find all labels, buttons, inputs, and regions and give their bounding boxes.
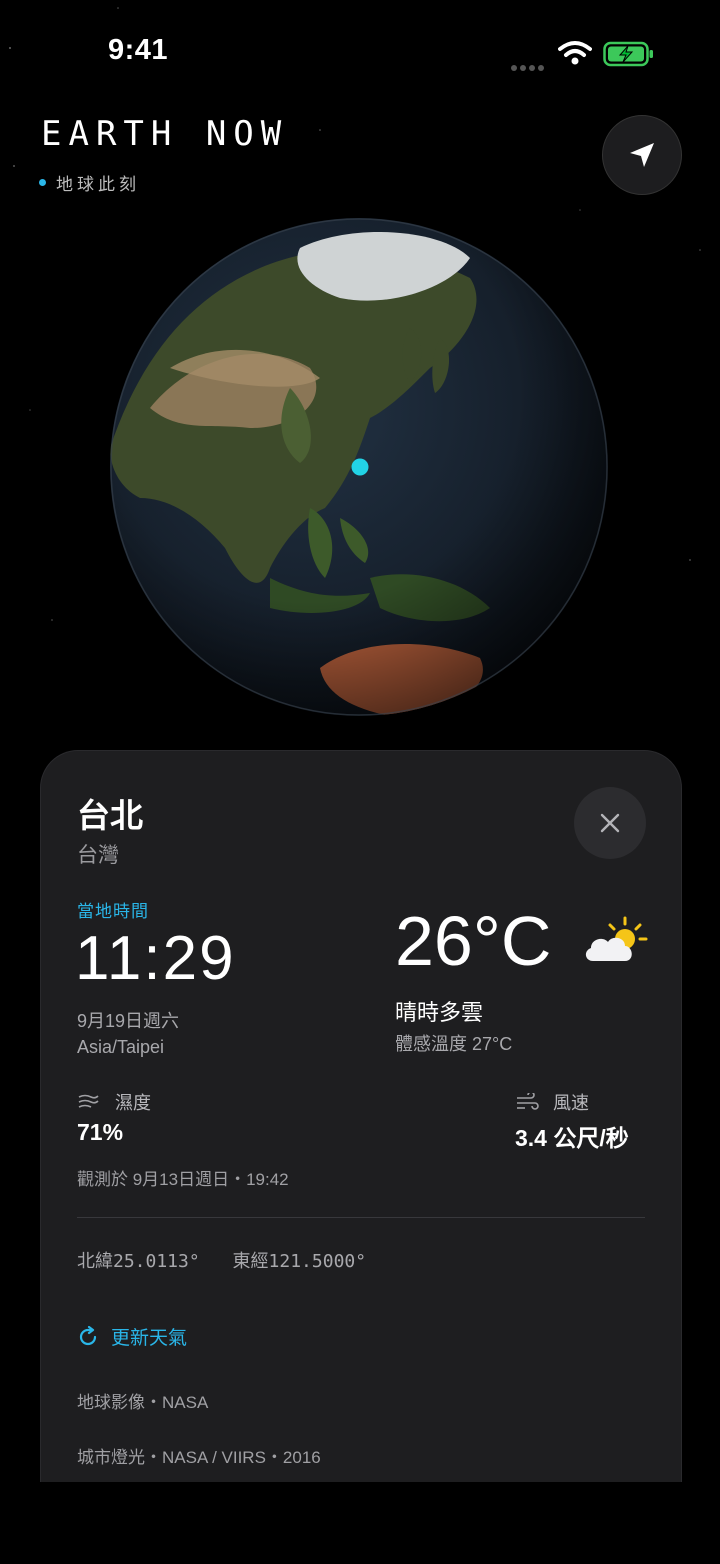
location-arrow-icon	[630, 143, 654, 167]
location-info-card: 台北 台灣 當地時間 11:29 9月19日週六 Asia/Taipei 26°…	[40, 750, 682, 1511]
close-button[interactable]	[574, 787, 646, 859]
wind-value: 3.4 公尺/秒	[515, 1125, 629, 1151]
location-marker[interactable]	[351, 458, 369, 476]
signal-dots-icon	[511, 58, 547, 76]
status-time: 9:41	[108, 34, 169, 66]
wind-label-row: 風速	[515, 1089, 589, 1115]
refresh-icon	[79, 1325, 97, 1345]
locate-button[interactable]	[602, 115, 682, 195]
bottom-fade	[0, 1482, 720, 1564]
app-title: EARTH NOW	[41, 114, 289, 154]
credit-city-lights: 城市燈光・NASA / VIIRS・2016	[77, 1448, 321, 1467]
country-name: 台灣	[77, 844, 119, 867]
local-time-label: 當地時間	[77, 902, 149, 921]
wind-label: 風速	[553, 1093, 589, 1113]
wifi-icon	[558, 41, 592, 65]
partly-sunny-icon	[585, 916, 648, 961]
refresh-label: 更新天氣	[111, 1328, 188, 1349]
refresh-weather-button[interactable]: 更新天氣	[77, 1323, 187, 1350]
humidity-icon	[78, 1094, 99, 1108]
subtitle-text: 地球此刻	[56, 175, 140, 194]
feels-like: 體感溫度 27°C	[395, 1034, 513, 1054]
humidity-label-row: 濕度	[77, 1089, 151, 1115]
humidity-value: 71%	[77, 1119, 124, 1145]
local-date: 9月19日週六	[77, 1011, 180, 1031]
latitude: 北緯25.0113°	[77, 1251, 200, 1272]
credit-earth-image: 地球影像・NASA	[77, 1393, 209, 1412]
humidity-label: 濕度	[115, 1093, 151, 1113]
timezone: Asia/Taipei	[77, 1037, 165, 1057]
city-name: 台北	[77, 797, 143, 834]
status-bar: 9:41	[0, 0, 720, 100]
app-subtitle: 地球此刻	[39, 170, 140, 195]
local-time: 11:29	[75, 924, 236, 993]
longitude: 東經121.5000°	[232, 1251, 367, 1272]
subtitle-dot	[39, 179, 46, 186]
battery-charging-icon	[603, 41, 653, 67]
earth-globe[interactable]	[110, 218, 608, 716]
coordinates: 北緯25.0113° 東經121.5000°	[77, 1247, 388, 1273]
wind-icon	[517, 1093, 539, 1110]
divider	[77, 1217, 645, 1218]
close-icon	[600, 813, 620, 833]
observed-time: 觀測於 9月13日週日・19:42	[77, 1170, 289, 1189]
weather-condition: 晴時多雲	[395, 1000, 484, 1025]
temperature: 26°C	[395, 902, 552, 980]
